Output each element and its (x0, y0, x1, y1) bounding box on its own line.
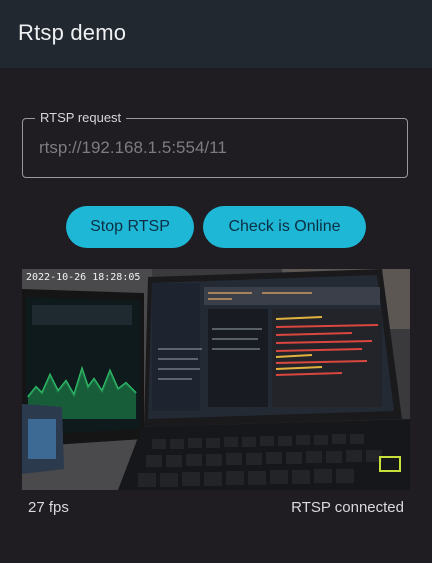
rtsp-request-label: RTSP request (35, 110, 127, 126)
video-timestamp: 2022-10-26 18:28:05 (26, 272, 140, 283)
stop-rtsp-button[interactable]: Stop RTSP (66, 206, 194, 248)
fps-counter: 27 fps (28, 499, 69, 516)
video-frame-image: 2022-10-26 18:28:05 (22, 269, 410, 490)
app-bar: Rtsp demo (0, 0, 432, 68)
rtsp-request-input[interactable] (39, 135, 389, 161)
rtsp-video-preview: 2022-10-26 18:28:05 (22, 269, 410, 490)
check-online-button[interactable]: Check is Online (203, 206, 366, 248)
app-title: Rtsp demo (18, 20, 127, 45)
connection-status: RTSP connected (291, 499, 404, 516)
rtsp-request-field[interactable]: RTSP request (22, 110, 408, 178)
